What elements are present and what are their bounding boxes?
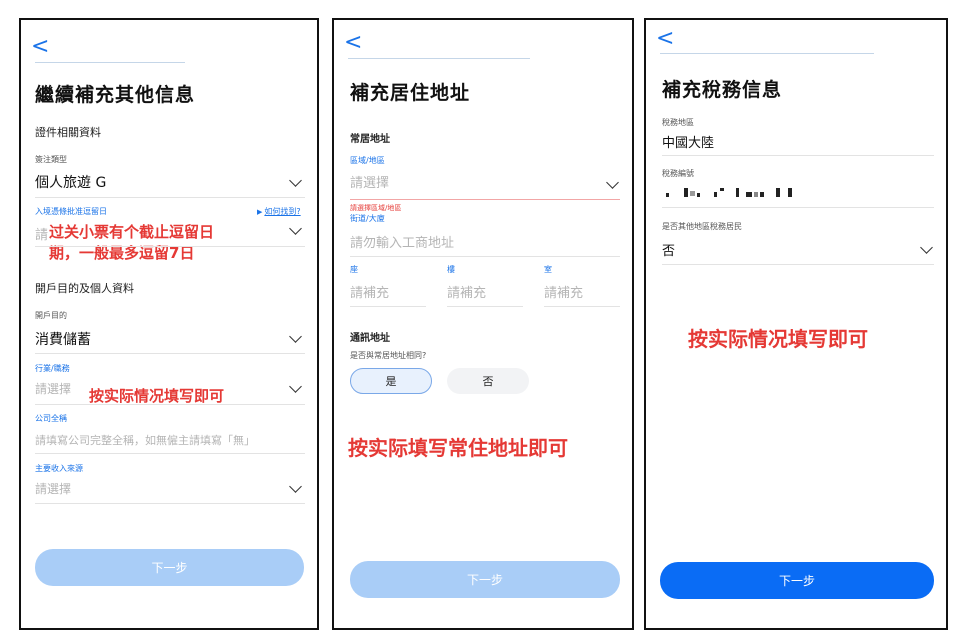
chevron-down-icon[interactable] (289, 330, 302, 343)
progress-bar (660, 53, 874, 54)
divider (35, 404, 305, 405)
tax-number-label: 稅務編號 (662, 169, 694, 178)
block-label: 座 (350, 265, 358, 274)
progress-bar (35, 62, 185, 63)
tax-number-masked[interactable] (662, 188, 802, 200)
other-resident-label: 是否其他地區稅務居民 (662, 222, 742, 231)
triangle-right-icon: ▶ (257, 208, 263, 216)
divider (447, 306, 523, 307)
screen-additional-info: < 繼續補充其他信息 證件相關資料 簽注類型 個人旅遊 G 入境憑條批准逗留日 … (19, 18, 319, 630)
divider (662, 207, 934, 208)
entry-deadline-input[interactable]: 請 (35, 224, 48, 243)
same-address-question: 是否與常居地址相同? (350, 351, 427, 360)
next-button[interactable]: 下一步 (660, 562, 934, 599)
block-input[interactable]: 請補充 (350, 282, 389, 301)
annotation-entry-deadline: 过关小票有个截止逗留日 (49, 223, 215, 241)
chevron-down-icon[interactable] (289, 380, 302, 393)
section-purpose: 開戶目的及個人資料 (35, 282, 134, 295)
purpose-select[interactable]: 消費儲蓄 (35, 329, 91, 349)
chevron-down-icon[interactable] (289, 480, 302, 493)
section-mail: 通訊地址 (350, 333, 390, 344)
screen-residential-address: < 補充居住地址 常居地址 區域/地區 請選擇 請選擇區域/地區 街道/大廈 請… (332, 18, 634, 630)
annotation-fill-actual: 按实际情况填写即可 (89, 387, 225, 405)
divider (350, 306, 426, 307)
divider (350, 256, 620, 257)
region-label: 區域/地區 (350, 156, 385, 165)
divider (662, 155, 934, 156)
purpose-label: 開戶目的 (35, 311, 67, 320)
annotation-address: 按实际填写常住地址即可 (348, 436, 568, 460)
entry-deadline-label: 入境憑條批准逗留日 (35, 207, 107, 216)
same-address-no[interactable]: 否 (447, 368, 529, 394)
occupation-select[interactable]: 請選擇 (35, 380, 71, 397)
room-label: 室 (544, 265, 552, 274)
company-input[interactable]: 請填寫公司完整全稱，如無僱主請填寫「無」 (35, 432, 255, 448)
divider (35, 197, 305, 198)
tax-region-value[interactable]: 中國大陸 (662, 132, 714, 151)
chevron-down-icon[interactable] (920, 241, 933, 254)
room-input[interactable]: 請補充 (544, 282, 583, 301)
divider (35, 353, 305, 354)
visa-type-select[interactable]: 個人旅遊 G (35, 172, 106, 192)
divider-error (350, 199, 620, 200)
chevron-down-icon[interactable] (289, 222, 302, 235)
section-residence: 常居地址 (350, 134, 390, 145)
back-icon[interactable]: < (656, 28, 674, 50)
region-error: 請選擇區域/地區 (350, 204, 402, 212)
back-icon[interactable]: < (31, 36, 49, 58)
street-label: 街道/大廈 (350, 214, 385, 223)
visa-type-label: 簽注類型 (35, 155, 67, 164)
other-resident-select[interactable]: 否 (662, 240, 675, 259)
street-input[interactable]: 請勿輸入工商地址 (350, 232, 454, 251)
page-title: 繼續補充其他信息 (35, 84, 196, 106)
next-button[interactable]: 下一步 (35, 549, 304, 586)
same-address-yes[interactable]: 是 (350, 368, 432, 394)
back-icon[interactable]: < (344, 32, 362, 54)
occupation-label: 行業/職務 (35, 364, 70, 373)
company-label: 公司全稱 (35, 414, 67, 423)
how-to-find-link[interactable]: ▶ 如何找到? (257, 206, 301, 217)
chevron-down-icon[interactable] (606, 176, 619, 189)
screen-tax-info: < 補充稅務信息 稅務地區 中國大陸 稅務編號 是否其他地區稅務居民 否 按实际… (644, 18, 948, 630)
progress-bar (348, 58, 530, 59)
divider (35, 503, 305, 504)
income-select[interactable]: 請選擇 (35, 480, 71, 497)
region-select[interactable]: 請選擇 (350, 172, 389, 191)
annotation-tax: 按实际情况填写即可 (688, 327, 868, 351)
section-docs: 證件相關資料 (35, 126, 101, 139)
divider (544, 306, 620, 307)
floor-label: 樓 (447, 265, 455, 274)
chevron-down-icon[interactable] (289, 174, 302, 187)
divider (35, 246, 305, 247)
next-button[interactable]: 下一步 (350, 561, 620, 598)
divider (662, 264, 934, 265)
page-title: 補充居住地址 (350, 82, 471, 104)
divider (35, 453, 305, 454)
tax-region-label: 稅務地區 (662, 118, 694, 127)
income-label: 主要收入來源 (35, 464, 83, 473)
floor-input[interactable]: 請補充 (447, 282, 486, 301)
page-title: 補充稅務信息 (662, 79, 783, 101)
